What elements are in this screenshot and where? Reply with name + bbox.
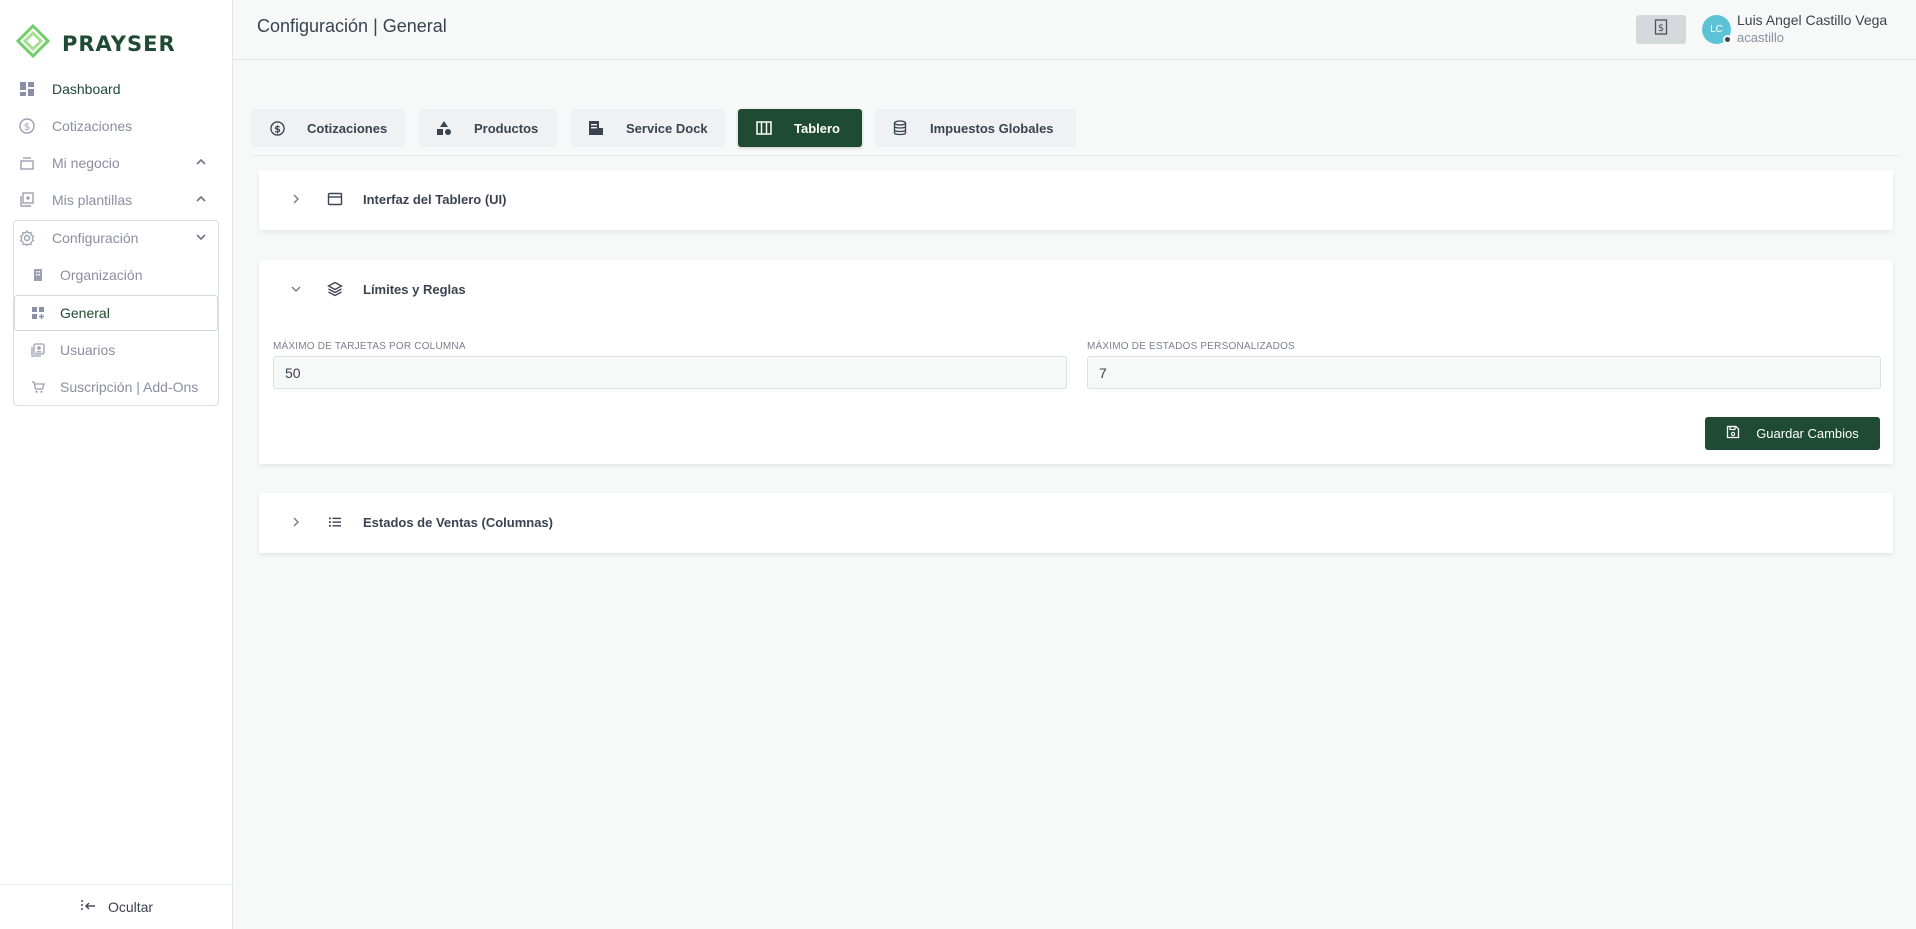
sidebar-item-label: Dashboard (52, 81, 121, 97)
prayser-logo-icon (15, 23, 51, 63)
main-content: $ Cotizaciones Productos Service Dock Ta… (233, 60, 1916, 929)
panel-header[interactable]: Límites y Reglas (259, 260, 1893, 320)
cart-icon (30, 379, 46, 395)
sidebar-subitem-suscripcion[interactable]: Suscripción | Add-Ons (30, 372, 198, 402)
sidebar-item-dashboard[interactable]: Dashboard (18, 74, 208, 104)
dollar-circle-icon: $ (269, 120, 285, 136)
tab-productos[interactable]: Productos (418, 109, 558, 147)
template-icon (18, 191, 36, 209)
tab-cotizaciones[interactable]: $ Cotizaciones (251, 109, 406, 147)
top-header: Configuración | General $ LC Luis Angel … (233, 0, 1916, 60)
chevron-up-icon[interactable] (194, 192, 208, 209)
save-button-label: Guardar Cambios (1756, 426, 1859, 441)
max-cards-input[interactable] (273, 356, 1067, 389)
brand-logo[interactable]: PRAYSER (15, 23, 176, 63)
brand-name: PRAYSER (62, 31, 176, 56)
sidebar-item-label: Cotizaciones (52, 118, 133, 134)
board-icon (756, 120, 772, 136)
tab-service-dock[interactable]: Service Dock (570, 109, 726, 147)
chevron-down-icon[interactable] (194, 230, 208, 247)
panel-estados-ventas: Estados de Ventas (Columnas) (259, 493, 1893, 553)
receipt-icon (588, 120, 604, 136)
settings-tabs: $ Cotizaciones Productos Service Dock Ta… (251, 109, 1076, 147)
sidebar-subitem-label: Suscripción | Add-Ons (60, 379, 199, 395)
sidebar-subitem-label: Usuarios (60, 342, 116, 358)
max-cards-label: Máximo de tarjetas por columna (273, 341, 466, 352)
sidebar-item-label: Configuración (52, 230, 139, 246)
users-icon (30, 342, 46, 358)
gear-icon (18, 229, 36, 247)
tab-impuestos-globales[interactable]: Impuestos Globales (874, 109, 1076, 147)
panel-title: Interfaz del Tablero (UI) (363, 192, 507, 207)
sidebar-item-mis-plantillas[interactable]: Mis plantillas (18, 185, 208, 215)
pricing-button[interactable]: $ (1636, 15, 1686, 44)
sidebar-subitem-label: Organización (60, 267, 143, 283)
panel-header[interactable]: Estados de Ventas (Columnas) (259, 493, 1893, 553)
tab-label: Cotizaciones (307, 120, 388, 136)
floppy-disk-icon (1726, 425, 1740, 442)
page-title: Configuración | General (257, 16, 447, 36)
dollar-circle-icon: $ (18, 117, 36, 135)
collapse-label: Ocultar (107, 899, 154, 915)
dashboard-icon (18, 80, 36, 98)
grid-plus-icon (30, 305, 46, 321)
status-dot (1723, 35, 1732, 44)
list-icon (327, 514, 343, 535)
building-icon (30, 267, 46, 283)
panel-header[interactable]: Interfaz del Tablero (UI) (259, 170, 1893, 230)
svg-text:$: $ (24, 122, 30, 133)
chevron-down-icon[interactable] (289, 282, 303, 301)
sidebar-item-label: Mi negocio (52, 155, 120, 171)
sidebar-subitem-label: General (60, 305, 110, 321)
tab-tablero[interactable]: Tablero (738, 109, 862, 147)
avatar-initials: LC (1710, 24, 1723, 35)
tabs-divider (251, 155, 1901, 156)
panel-title: Estados de Ventas (Columnas) (363, 515, 553, 530)
chevron-up-icon[interactable] (194, 155, 208, 172)
sidebar-item-cotizaciones[interactable]: $ Cotizaciones (18, 111, 208, 141)
panel-interfaz-tablero: Interfaz del Tablero (UI) (259, 170, 1893, 230)
sidebar-subitem-organizacion[interactable]: Organización (30, 260, 143, 290)
collapse-left-icon (80, 898, 96, 917)
layers-icon (327, 281, 343, 302)
shapes-icon (436, 120, 452, 136)
chevron-right-icon[interactable] (289, 192, 303, 211)
tab-label: Tablero (794, 120, 840, 136)
sidebar-item-configuracion[interactable]: Configuración (18, 223, 208, 253)
max-states-input[interactable] (1087, 356, 1881, 389)
dollar-document-icon: $ (1654, 19, 1668, 40)
save-button[interactable]: Guardar Cambios (1705, 417, 1880, 450)
panel-limites-reglas: Límites y Reglas Máximo de tarjetas por … (259, 260, 1893, 464)
svg-text:$: $ (274, 124, 281, 135)
sidebar-item-label: Mis plantillas (52, 192, 133, 208)
user-handle: acastillo (1737, 30, 1784, 45)
sidebar-item-mi-negocio[interactable]: Mi negocio (18, 148, 208, 178)
stack-icon (18, 154, 36, 172)
svg-text:$: $ (1658, 23, 1664, 34)
collapse-sidebar-button[interactable]: Ocultar (0, 884, 233, 929)
tab-label: Service Dock (626, 120, 708, 136)
sidebar-subitem-general[interactable]: General (30, 298, 110, 328)
panel-title: Límites y Reglas (363, 282, 466, 297)
tab-label: Productos (474, 120, 539, 136)
database-icon (892, 120, 908, 136)
sidebar-subitem-usuarios[interactable]: Usuarios (30, 335, 115, 365)
avatar[interactable]: LC (1702, 15, 1732, 44)
window-icon (327, 191, 343, 212)
sidebar: PRAYSER Dashboard $ Cotizaciones Mi nego… (0, 0, 233, 929)
tab-label: Impuestos Globales (930, 120, 1054, 136)
user-name: Luis Angel Castillo Vega (1737, 12, 1888, 28)
max-states-label: Máximo de estados personalizados (1087, 341, 1295, 352)
chevron-right-icon[interactable] (289, 515, 303, 534)
